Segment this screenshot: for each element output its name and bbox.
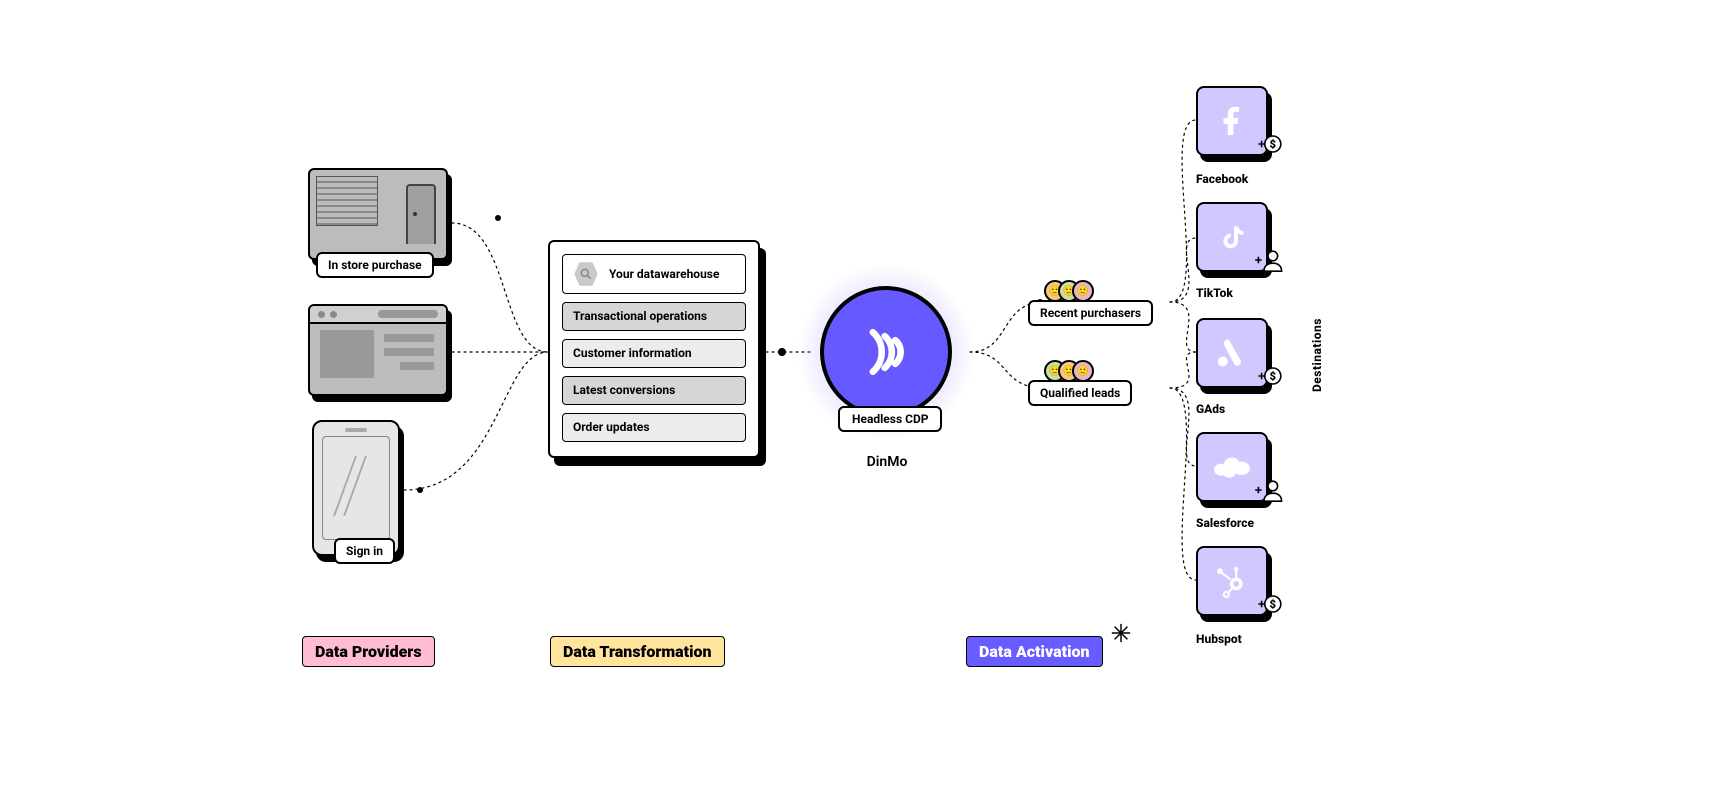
destination-salesforce — [1196, 432, 1268, 502]
browser-chrome-icon — [310, 306, 446, 324]
svg-text:$: $ — [1270, 138, 1277, 151]
warehouse-row: Transactional operations — [562, 302, 746, 331]
money-badge-icon: $ — [1252, 360, 1284, 392]
warehouse-row: Order updates — [562, 413, 746, 442]
bigquery-icon — [573, 261, 599, 287]
section-badge-activation: Data Activation — [966, 636, 1103, 667]
segment-qualified-leads: 🙂 🙂 🙂 Qualified leads — [1044, 358, 1192, 384]
destination-label: Salesforce — [1196, 516, 1254, 530]
segment-avatars: 🙂 🙂 🙂 — [1044, 360, 1094, 382]
svg-text:$: $ — [1270, 370, 1277, 383]
warehouse-panel: Your datawarehouse Transactional operati… — [548, 240, 760, 458]
provider-card — [312, 420, 400, 556]
hubspot-icon — [1215, 564, 1249, 598]
section-badge-transformation: Data Transformation — [550, 636, 725, 667]
gads-icon — [1215, 336, 1249, 370]
person-badge-icon — [1252, 244, 1284, 276]
provider-store: In store purchase — [308, 168, 448, 260]
provider-web — [308, 304, 448, 396]
door-icon — [406, 184, 436, 244]
segment-label: Recent purchasers — [1028, 300, 1153, 326]
destination-facebook: $ — [1196, 86, 1268, 156]
warehouse-row-text: Customer information — [573, 346, 692, 361]
sparkle-icon — [1110, 622, 1132, 644]
warehouse-row-text: Order updates — [573, 420, 650, 435]
destination-gads: $ — [1196, 318, 1268, 388]
destination-label: TikTok — [1196, 286, 1233, 300]
warehouse-header-text: Your datawarehouse — [609, 267, 719, 282]
cdp-node — [820, 286, 952, 418]
warehouse-row: Customer information — [562, 339, 746, 368]
avatar: 🙂 — [1072, 280, 1094, 302]
warehouse-header-row: Your datawarehouse — [562, 254, 746, 294]
cdp-label: Headless CDP — [838, 406, 942, 432]
cdp-brand: DinMo — [862, 454, 912, 470]
destination-label: GAds — [1196, 402, 1225, 416]
facebook-icon — [1215, 104, 1249, 138]
provider-card — [308, 168, 448, 260]
destination-label: Facebook — [1196, 172, 1248, 186]
segment-recent-purchasers: 🙂 🙂 🙂 Recent purchasers — [1044, 278, 1213, 304]
warehouse-row-text: Latest conversions — [573, 383, 675, 398]
warehouse-row-text: Transactional operations — [573, 309, 707, 324]
provider-label: In store purchase — [316, 252, 434, 278]
provider-card — [308, 304, 448, 396]
destination-label: Hubspot — [1196, 632, 1242, 646]
avatar: 🙂 — [1072, 360, 1094, 382]
provider-label: Sign in — [334, 538, 395, 564]
store-icon — [316, 176, 378, 226]
salesforce-icon — [1212, 453, 1252, 481]
destination-tiktok — [1196, 202, 1268, 272]
money-badge-icon: $ — [1252, 588, 1284, 620]
segment-avatars: 🙂 🙂 🙂 — [1044, 280, 1094, 302]
segment-label: Qualified leads — [1028, 380, 1132, 406]
destination-hubspot: $ — [1196, 546, 1268, 616]
warehouse-row: Latest conversions — [562, 376, 746, 405]
destinations-side-label: Destinations — [1310, 318, 1324, 392]
section-badge-providers: Data Providers — [302, 636, 435, 667]
diagram-canvas: In store purchase Sign in Your datawareh… — [0, 0, 1728, 802]
person-badge-icon — [1252, 474, 1284, 506]
svg-text:$: $ — [1270, 598, 1277, 611]
money-badge-icon: $ — [1252, 128, 1284, 160]
dinmo-logo-icon — [853, 319, 919, 385]
tiktok-icon — [1216, 221, 1248, 253]
provider-mobile: Sign in — [312, 420, 400, 556]
